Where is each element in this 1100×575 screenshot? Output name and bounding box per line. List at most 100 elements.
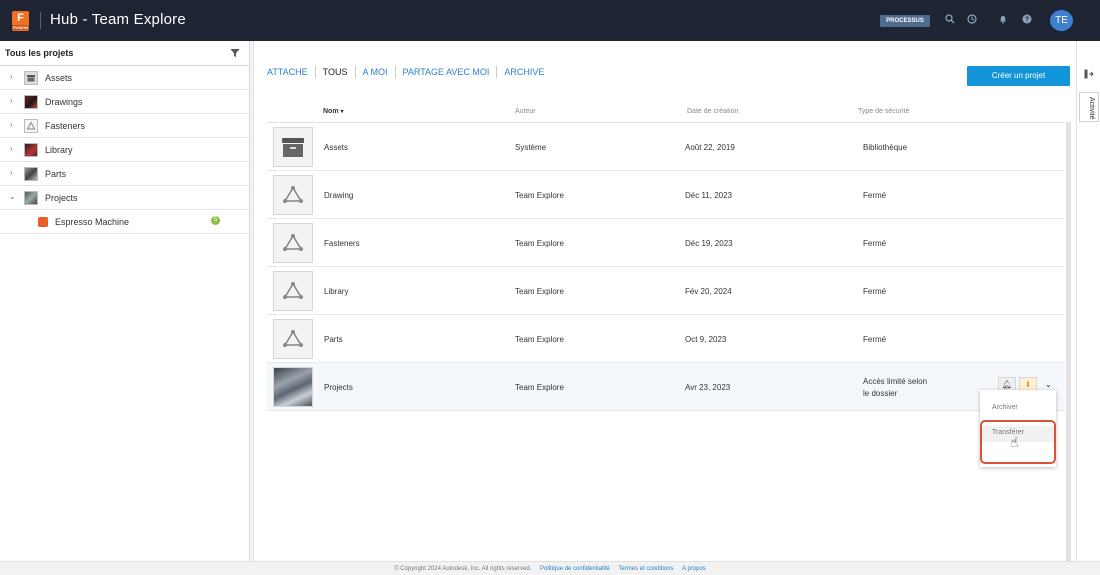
row-security: Fermé (863, 335, 887, 344)
sidebar-item-parts[interactable]: › Parts (0, 162, 249, 186)
activity-label: Activité (1088, 97, 1095, 120)
sidebar-item-label: Assets (45, 73, 73, 83)
chevron-right-icon[interactable]: › (10, 72, 16, 81)
row-security: Fermé (863, 191, 887, 200)
sidebar-item-drawings[interactable]: › Drawings (0, 90, 249, 114)
chevron-right-icon[interactable]: › (10, 96, 16, 105)
chevron-right-icon[interactable]: › (10, 144, 16, 153)
row-name[interactable]: Projects (324, 383, 353, 392)
project-icon (273, 271, 313, 311)
table-row[interactable]: Assets Système Août 22, 2019 Bibliothèqu… (267, 123, 1065, 171)
library-thumbnail (24, 143, 38, 157)
sidebar-item-label: Drawings (45, 97, 83, 107)
svg-text:?: ? (1025, 16, 1029, 23)
chevron-right-icon[interactable]: › (10, 168, 16, 177)
scrollbar[interactable] (1066, 122, 1071, 561)
filter-tabs: ATTACHE TOUS A MOI PARTAGE AVEC MOI ARCH… (267, 66, 551, 78)
sidebar-item-label: Library (45, 145, 73, 155)
chevron-down-icon[interactable]: ⌄ (1045, 380, 1052, 389)
row-security: Accès limité selon le dossier (863, 377, 928, 398)
row-name[interactable]: Library (324, 287, 348, 296)
create-project-button[interactable]: Créer un projet (967, 66, 1070, 86)
row-created: Déc 19, 2023 (685, 239, 733, 248)
table-row[interactable]: Parts Team Explore Oct 9, 2023 Fermé (267, 315, 1065, 363)
title-divider (40, 12, 41, 29)
projects-table: Assets Système Août 22, 2019 Bibliothèqu… (267, 122, 1065, 411)
sidebar-item-label: Fasteners (45, 121, 86, 131)
sidebar-subitem-label: Espresso Machine (55, 217, 130, 227)
sidebar-item-projects[interactable]: ⌄ Projects (0, 186, 249, 210)
project-icon (24, 119, 38, 133)
chevron-right-icon[interactable]: › (10, 120, 16, 129)
project-icon (273, 223, 313, 263)
column-header-name[interactable]: Nom ▾ (323, 108, 344, 115)
sidebar-header: Tous les projets (0, 41, 249, 66)
search-icon[interactable] (944, 14, 956, 26)
project-icon (273, 319, 313, 359)
highlight-box (980, 420, 1056, 464)
fusion-logo-icon[interactable]: F FUSION (12, 11, 29, 31)
row-name[interactable]: Parts (324, 335, 343, 344)
main-content: ATTACHE TOUS A MOI PARTAGE AVEC MOI ARCH… (254, 41, 1076, 561)
archive-icon (273, 127, 313, 167)
count-badge: 5 (211, 216, 220, 225)
table-row[interactable]: Library Team Explore Fév 20, 2024 Fermé (267, 267, 1065, 315)
help-icon[interactable]: ? (1021, 14, 1033, 26)
project-icon (273, 175, 313, 215)
projects-thumbnail (24, 191, 38, 205)
row-created: Déc 11, 2023 (685, 191, 732, 200)
project-sidebar: Tous les projets › Assets › Drawings › F… (0, 41, 250, 561)
parts-thumbnail (24, 167, 38, 181)
process-button[interactable]: PROCESSUS (880, 15, 930, 27)
cube-icon (38, 217, 48, 227)
drawings-thumbnail (24, 95, 38, 109)
table-row[interactable]: Drawing Team Explore Déc 11, 2023 Fermé (267, 171, 1065, 219)
row-author: Team Explore (515, 239, 564, 248)
sidebar-item-library[interactable]: › Library (0, 138, 249, 162)
about-link[interactable]: A propos (682, 566, 706, 572)
table-row[interactable]: Projects Team Explore Avr 23, 2023 Accès… (267, 363, 1065, 411)
app-title: Hub - Team Explore (50, 11, 186, 28)
column-header-author[interactable]: Auteur (515, 108, 536, 115)
filter-icon[interactable] (230, 48, 240, 58)
terms-link[interactable]: Termes et conditions (618, 566, 673, 572)
menu-item-archiver[interactable]: Archiver (992, 404, 1018, 411)
row-name[interactable]: Fasteners (324, 239, 360, 248)
row-created: Avr 23, 2023 (685, 383, 731, 392)
row-security: Fermé (863, 287, 887, 296)
footer: © Copyright 2024 Autodesk, Inc. All righ… (0, 561, 1100, 575)
tab-attache[interactable]: ATTACHE (267, 66, 316, 78)
sidebar-item-assets[interactable]: › Assets (0, 66, 249, 90)
row-author: Team Explore (515, 287, 564, 296)
row-name[interactable]: Assets (324, 143, 348, 152)
activity-rail: Activité (1076, 41, 1100, 561)
table-row[interactable]: Fasteners Team Explore Déc 19, 2023 Ferm… (267, 219, 1065, 267)
row-author: Team Explore (515, 383, 564, 392)
tab-archive[interactable]: ARCHIVE (497, 66, 551, 78)
sidebar-subitem-espresso-machine[interactable]: Espresso Machine 5 (0, 210, 249, 234)
column-header-security[interactable]: Type de sécurité (858, 108, 909, 115)
row-author: Team Explore (515, 335, 564, 344)
chevron-down-icon[interactable]: ⌄ (9, 192, 16, 201)
tab-tous[interactable]: TOUS (316, 66, 356, 78)
sidebar-item-label: Parts (45, 169, 67, 179)
row-author: Système (515, 143, 547, 152)
row-author: Team Explore (515, 191, 564, 200)
row-name[interactable]: Drawing (324, 191, 353, 200)
activity-tab[interactable]: Activité (1079, 92, 1099, 122)
row-created: Août 22, 2019 (685, 143, 735, 152)
tab-a-moi[interactable]: A MOI (356, 66, 396, 78)
row-created: Oct 9, 2023 (685, 335, 727, 344)
avatar[interactable]: TE (1050, 10, 1073, 31)
copyright-text: © Copyright 2024 Autodesk, Inc. All righ… (394, 566, 532, 572)
top-bar: F FUSION Hub - Team Explore PROCESSUS ? T… (0, 0, 1100, 41)
privacy-link[interactable]: Politique de confidentialité (540, 566, 610, 572)
sidebar-item-label: Projects (45, 193, 78, 203)
tab-partage-avec-moi[interactable]: PARTAGE AVEC MOI (396, 66, 498, 78)
row-security: Bibliothèque (863, 143, 908, 152)
column-header-created[interactable]: Date de création (687, 108, 738, 115)
bell-icon[interactable] (997, 14, 1009, 26)
sidebar-item-fasteners[interactable]: › Fasteners (0, 114, 249, 138)
collapse-panel-icon[interactable] (1084, 69, 1094, 79)
clock-icon[interactable] (966, 14, 978, 26)
